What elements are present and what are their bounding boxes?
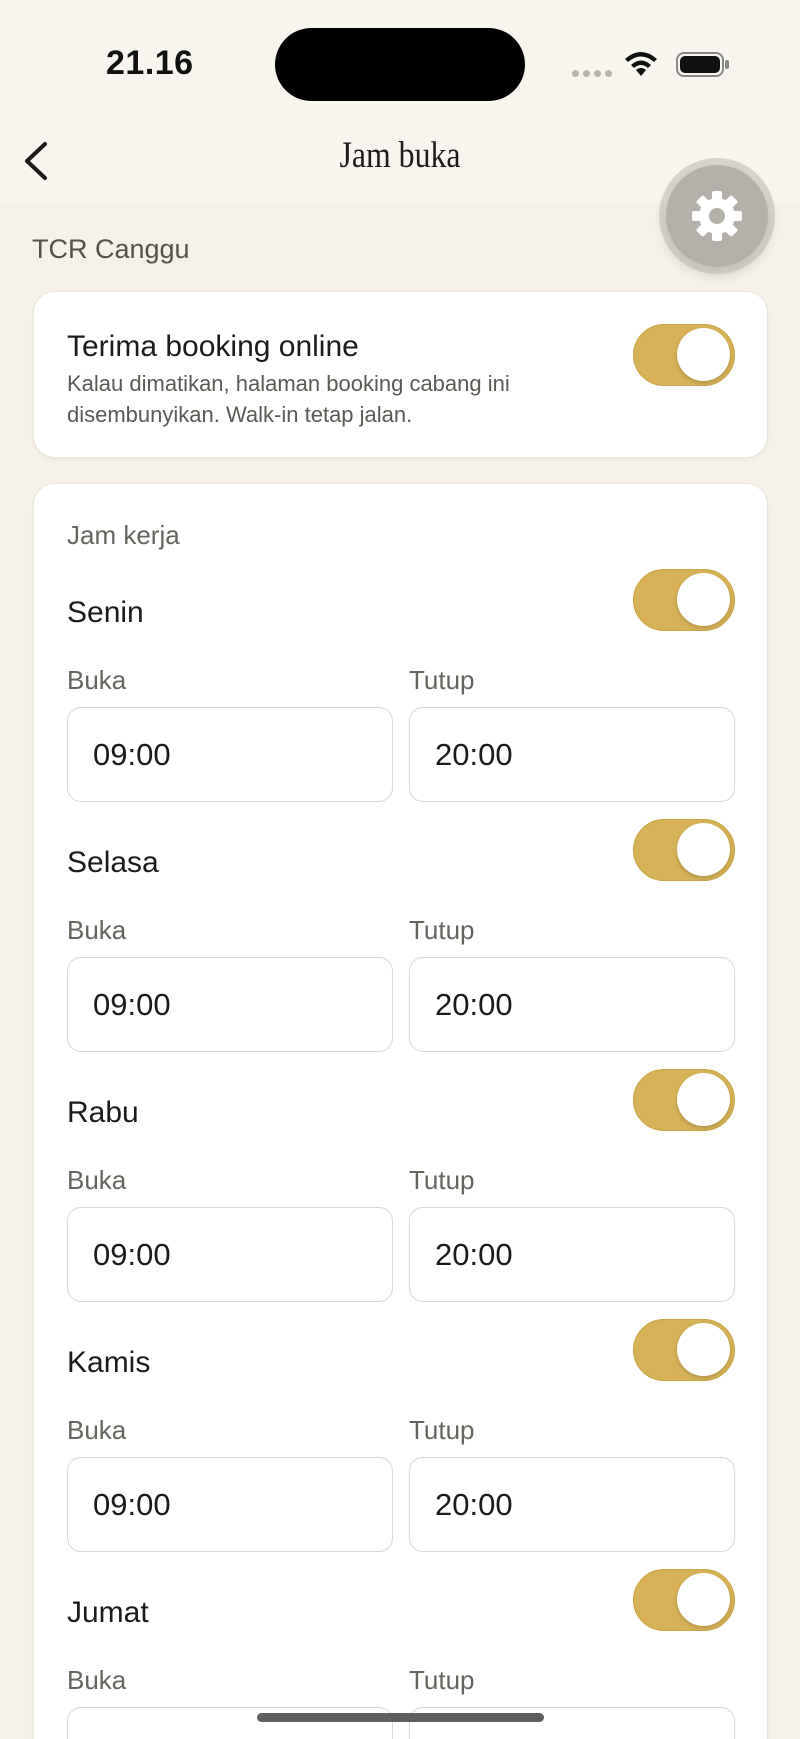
close-time-input-jumat[interactable] xyxy=(409,1707,735,1739)
open-time-input-senin[interactable]: 09:00 xyxy=(67,707,393,802)
day-name-kamis: Kamis xyxy=(67,1346,151,1379)
day-name-rabu: Rabu xyxy=(67,1096,139,1129)
day-toggle-selasa[interactable] xyxy=(633,819,735,881)
day-name-jumat: Jumat xyxy=(67,1596,149,1629)
open-label: Buka xyxy=(67,1665,127,1695)
online-booking-toggle[interactable] xyxy=(633,324,735,386)
day-toggle-jumat[interactable] xyxy=(633,1569,735,1631)
day-name-selasa: Selasa xyxy=(67,846,159,879)
close-label: Tutup xyxy=(409,1415,475,1445)
day-toggle-rabu[interactable] xyxy=(633,1069,735,1131)
day-toggle-senin[interactable] xyxy=(633,569,735,631)
close-label: Tutup xyxy=(409,915,475,945)
settings-button[interactable] xyxy=(666,165,768,267)
back-button[interactable] xyxy=(12,136,60,186)
open-label: Buka xyxy=(67,665,127,695)
wifi-icon xyxy=(625,52,657,76)
close-label: Tutup xyxy=(409,1665,475,1695)
status-bar: 21.16 xyxy=(0,0,800,120)
dynamic-island xyxy=(275,28,525,101)
page-title: Jam buka xyxy=(339,135,461,176)
online-booking-title: Terima booking online xyxy=(67,330,359,363)
toggle-knob xyxy=(677,823,730,876)
close-label: Tutup xyxy=(409,665,475,695)
home-indicator xyxy=(257,1713,544,1722)
close-time-input-kamis[interactable]: 20:00 xyxy=(409,1457,735,1552)
open-time-input-selasa[interactable]: 09:00 xyxy=(67,957,393,1052)
close-time-input-rabu[interactable]: 20:00 xyxy=(409,1207,735,1302)
working-hours-label: Jam kerja xyxy=(67,520,180,550)
gear-icon xyxy=(692,191,742,241)
toggle-knob xyxy=(677,328,730,381)
day-name-senin: Senin xyxy=(67,596,144,629)
toggle-knob xyxy=(677,1573,730,1626)
working-hours-card: Jam kerja Senin Buka Tutup 09:00 20:00 S… xyxy=(33,483,768,1739)
close-time-input-selasa[interactable]: 20:00 xyxy=(409,957,735,1052)
chevron-left-icon xyxy=(25,142,47,180)
open-time-input-rabu[interactable]: 09:00 xyxy=(67,1207,393,1302)
cellular-signal-icon xyxy=(572,70,612,77)
open-label: Buka xyxy=(67,1415,127,1445)
day-toggle-kamis[interactable] xyxy=(633,1319,735,1381)
open-time-input-jumat[interactable] xyxy=(67,1707,393,1739)
open-time-input-kamis[interactable]: 09:00 xyxy=(67,1457,393,1552)
toggle-knob xyxy=(677,1323,730,1376)
online-booking-card: Terima booking online Kalau dimatikan, h… xyxy=(33,291,768,458)
branch-name: TCR Canggu xyxy=(32,234,190,264)
online-booking-description: Kalau dimatikan, halaman booking cabang … xyxy=(67,371,510,427)
toggle-knob xyxy=(677,1073,730,1126)
open-label: Buka xyxy=(67,915,127,945)
close-time-input-senin[interactable]: 20:00 xyxy=(409,707,735,802)
battery-icon xyxy=(676,52,729,77)
status-time: 21.16 xyxy=(106,44,194,82)
open-label: Buka xyxy=(67,1165,127,1195)
close-label: Tutup xyxy=(409,1165,475,1195)
toggle-knob xyxy=(677,573,730,626)
